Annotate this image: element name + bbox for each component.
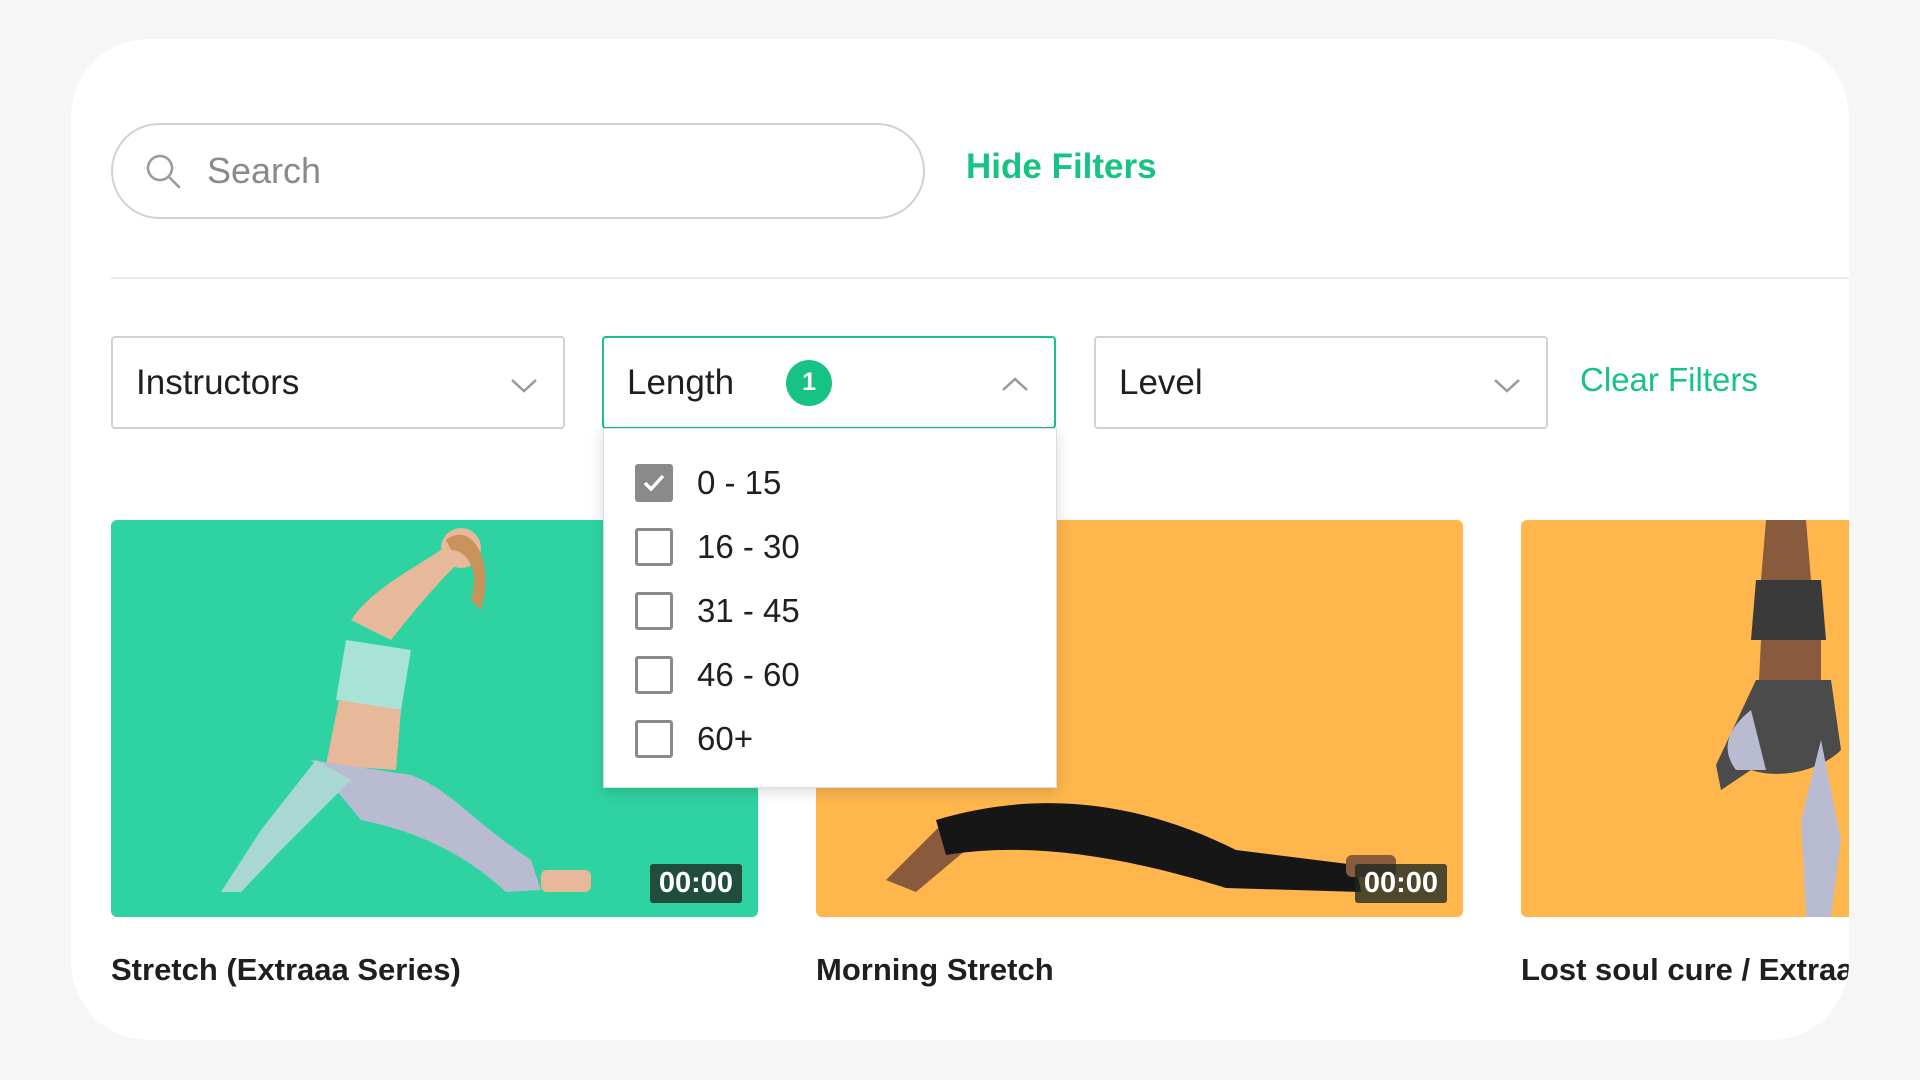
length-select[interactable]: Length 1 [602,336,1056,429]
video-title[interactable]: Stretch (Extraaa Series) [111,952,461,988]
chevron-down-icon [511,379,537,393]
checkbox[interactable] [635,528,673,566]
instructors-select[interactable]: Instructors [111,336,565,429]
search-input[interactable] [205,149,849,193]
check-icon [643,474,665,492]
video-thumbnail[interactable] [1521,520,1849,917]
option-label: 31 - 45 [697,592,800,629]
level-label: Level [1119,362,1203,402]
video-title[interactable]: Lost soul cure / Extraa Tutorial [1521,952,1849,988]
divider [111,277,1849,279]
checkbox[interactable] [635,720,673,758]
option-label: 60+ [697,720,753,757]
length-count-badge: 1 [786,359,833,406]
search-icon [146,154,181,189]
option-label: 46 - 60 [697,656,800,693]
level-select[interactable]: Level [1094,336,1548,429]
checkbox[interactable] [635,464,673,502]
chevron-down-icon [1494,379,1520,393]
length-option[interactable]: 46 - 60 [604,643,1056,707]
search-box[interactable] [111,123,925,219]
thumbnail-image [1521,520,1849,917]
length-label: Length [627,362,735,402]
length-dropdown: 0 - 15 16 - 30 31 - 45 46 - 60 60+ [603,428,1057,788]
length-option[interactable]: 16 - 30 [604,515,1056,579]
hide-filters-link[interactable]: Hide Filters [966,147,1157,187]
checkbox[interactable] [635,592,673,630]
chevron-up-icon [1002,377,1028,391]
length-option[interactable]: 0 - 15 [604,451,1056,515]
option-label: 16 - 30 [697,528,800,565]
clear-filters-link[interactable]: Clear Filters [1580,361,1758,399]
duration-label: 00:00 [649,864,742,903]
video-title[interactable]: Morning Stretch [816,952,1054,988]
length-option[interactable]: 31 - 45 [604,579,1056,643]
content-card: Hide Filters Instructors Length 1 Level … [71,39,1849,1040]
duration-label: 00:00 [1354,864,1447,903]
length-option[interactable]: 60+ [604,707,1056,771]
instructors-label: Instructors [136,362,300,402]
option-label: 0 - 15 [697,464,782,501]
checkbox[interactable] [635,656,673,694]
